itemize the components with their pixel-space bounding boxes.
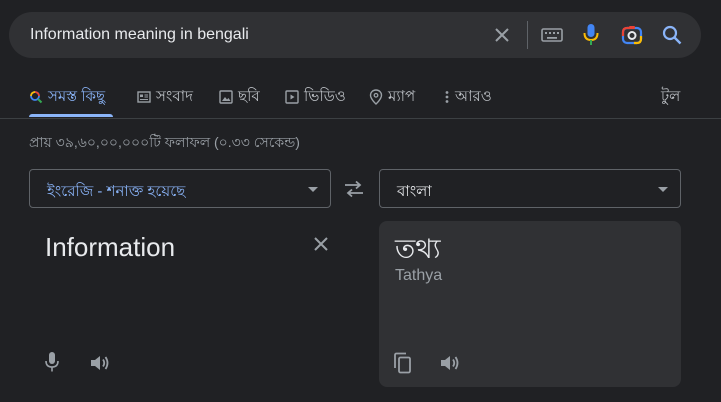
source-text-input[interactable]: Information <box>45 232 175 263</box>
lens-icon[interactable] <box>621 24 643 46</box>
source-language-label: ইংরেজি - শনাক্ত হয়েছে <box>47 183 186 200</box>
tab-label: ছবি <box>238 87 260 105</box>
tools-button[interactable]: টুল <box>661 86 680 108</box>
tools-label: টুল <box>661 87 681 105</box>
close-icon[interactable] <box>493 26 511 44</box>
search-bar[interactable]: Information meaning in bengali <box>9 12 701 58</box>
tab-videos[interactable]: ভিডিও <box>285 86 346 108</box>
news-icon <box>137 91 151 103</box>
tab-selected-indicator <box>29 114 113 117</box>
caret-down-icon <box>308 187 318 192</box>
tab-images[interactable]: ছবি <box>219 86 260 108</box>
search-input[interactable]: Information meaning in bengali <box>30 26 249 44</box>
image-icon <box>219 90 233 104</box>
tab-label: ম্যাপ <box>388 87 416 105</box>
translation-output-panel: তথ্য Tathya <box>379 221 681 387</box>
tab-label: আরও <box>455 87 492 105</box>
target-language-label: বাংলা <box>397 183 432 200</box>
copy-icon[interactable] <box>392 352 412 374</box>
map-pin-icon <box>369 89 383 105</box>
swap-languages-icon[interactable] <box>343 180 365 198</box>
speaker-icon[interactable] <box>439 353 461 373</box>
tab-news[interactable]: সংবাদ <box>137 86 193 108</box>
close-icon[interactable] <box>313 236 329 252</box>
result-stats: প্রায় ৩৯,৬০,০০,০০০টি ফলাফল (০.৩৩ সেকেন্… <box>29 134 300 150</box>
search-icon[interactable] <box>661 24 683 46</box>
tab-label: সমস্ত কিছু <box>48 87 106 105</box>
video-icon <box>285 90 299 104</box>
mic-icon[interactable] <box>583 23 599 47</box>
tab-all[interactable]: সমস্ত কিছু <box>29 86 105 108</box>
more-vert-icon <box>445 91 449 103</box>
keyboard-icon[interactable] <box>541 27 563 43</box>
transliteration: Tathya <box>395 267 443 284</box>
caret-down-icon <box>658 187 668 192</box>
tab-label: ভিডিও <box>304 87 346 105</box>
search-icon <box>30 91 43 104</box>
tabs-divider <box>0 118 721 119</box>
tab-more[interactable]: আরও <box>444 86 492 108</box>
tab-label: সংবাদ <box>156 87 193 105</box>
source-language-select[interactable]: ইংরেজি - শনাক্ত হয়েছে <box>29 169 331 208</box>
speaker-icon[interactable] <box>89 353 111 373</box>
search-divider <box>527 21 528 49</box>
target-language-select[interactable]: বাংলা <box>379 169 681 208</box>
tab-maps[interactable]: ম্যাপ <box>369 86 415 108</box>
mic-icon[interactable] <box>45 351 59 373</box>
